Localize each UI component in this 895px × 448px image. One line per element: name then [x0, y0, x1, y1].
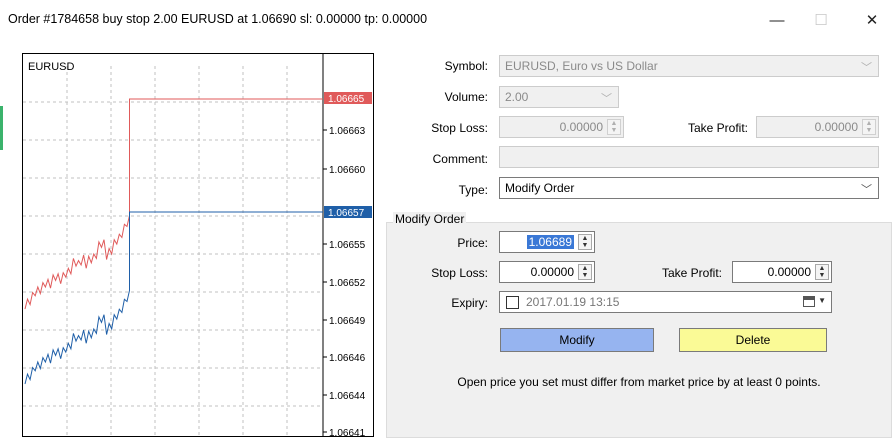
stop-loss-value: 0.00000: [559, 120, 603, 134]
price-axis-label: 1.06660: [329, 165, 366, 176]
expiry-value: 2017.01.19 13:15: [526, 295, 620, 309]
calendar-icon[interactable]: [803, 296, 815, 307]
price-axis-label: 1.06655: [329, 240, 366, 251]
ask-price-line: [24, 98, 323, 310]
spinner-arrows-icon: ▲ ▼: [862, 119, 876, 135]
title-bar: Order #1784658 buy stop 2.00 EURUSD at 1…: [0, 0, 895, 40]
chevron-down-icon: ﹀: [601, 93, 612, 105]
modify-stop-loss-field[interactable]: 0.00000 ▲ ▼: [499, 261, 595, 283]
price-axis-label: 1.06649: [329, 316, 366, 327]
comment-input: [499, 146, 879, 168]
chevron-down-icon: ﹀: [861, 184, 872, 196]
delete-button[interactable]: Delete: [679, 328, 827, 352]
spinner-arrows-icon[interactable]: ▲ ▼: [578, 234, 592, 250]
take-profit-field: 0.00000 ▲ ▼: [756, 116, 879, 138]
price-field[interactable]: 1.06689 ▲ ▼: [499, 231, 595, 253]
type-label: Type:: [458, 183, 488, 197]
dropdown-arrow-icon[interactable]: ▼: [818, 296, 826, 305]
modify-stop-loss-label: Stop Loss:: [431, 266, 488, 280]
bid-price-line: [24, 211, 323, 385]
spinner-arrows-icon: ▲ ▼: [607, 119, 621, 135]
chart-grid: [23, 66, 323, 436]
symbol-value: EURUSD, Euro vs US Dollar: [505, 59, 658, 73]
price-axis-label: 1.06646: [329, 353, 366, 364]
window-title: Order #1784658 buy stop 2.00 EURUSD at 1…: [8, 12, 428, 26]
modify-order-group-title: Modify Order: [393, 212, 467, 226]
type-select[interactable]: Modify Order ﹀: [499, 177, 879, 199]
price-value: 1.06689: [526, 235, 574, 249]
comment-label: Comment:: [432, 152, 488, 166]
price-axis-label: 1.06644: [329, 391, 366, 402]
info-message: Open price you set must differ from mark…: [457, 375, 821, 389]
minimize-button[interactable]: —: [762, 8, 792, 32]
ask-price-tag-text: 1.06665: [328, 94, 365, 105]
chevron-down-icon: ﹀: [861, 62, 872, 74]
modify-take-profit-value: 0.00000: [767, 265, 811, 279]
symbol-label: Symbol:: [444, 59, 488, 73]
window-edge-accent: [0, 106, 3, 150]
price-label: Price:: [457, 236, 488, 250]
chart-canvas: EURUSD 1.066631.066601.066551.066521.066…: [23, 54, 372, 436]
maximize-button: ☐: [814, 12, 828, 29]
price-axis-label: 1.06641: [329, 428, 366, 436]
volume-label: Volume:: [444, 90, 488, 104]
spinner-arrows-icon[interactable]: ▲ ▼: [578, 264, 592, 280]
symbol-select: EURUSD, Euro vs US Dollar ﹀: [499, 55, 879, 77]
volume-value: 2.00: [505, 90, 529, 104]
expiry-field[interactable]: 2017.01.19 13:15 ▼: [499, 291, 832, 313]
take-profit-value: 0.00000: [814, 120, 858, 134]
take-profit-label: Take Profit:: [687, 121, 748, 135]
close-button[interactable]: ✕: [857, 8, 887, 32]
volume-select: 2.00 ﹀: [499, 86, 619, 108]
spinner-arrows-icon[interactable]: ▲ ▼: [815, 264, 829, 280]
modify-stop-loss-value: 0.00000: [530, 265, 574, 279]
expiry-label: Expiry:: [451, 296, 488, 310]
bid-price-tag-text: 1.06657: [328, 208, 365, 219]
modify-take-profit-field[interactable]: 0.00000 ▲ ▼: [732, 261, 832, 283]
stop-loss-field: 0.00000 ▲ ▼: [499, 116, 624, 138]
stop-loss-label: Stop Loss:: [431, 121, 488, 135]
expiry-checkbox[interactable]: [506, 296, 519, 309]
price-axis-labels: 1.06663 1.06660 1.06655 1.06652 1.06649 1.066…: [323, 126, 366, 436]
modify-take-profit-label: Take Profit:: [661, 266, 722, 280]
type-value: Modify Order: [505, 181, 575, 195]
modify-button[interactable]: Modify: [500, 328, 654, 352]
price-axis-label: 1.06652: [329, 278, 366, 289]
price-chart: EURUSD 1.06663 1.06660 1.06655 1.06652 1.066…: [22, 53, 374, 437]
chart-symbol-label: EURUSD: [28, 61, 75, 73]
price-axis-label: 1.06663: [329, 126, 366, 137]
